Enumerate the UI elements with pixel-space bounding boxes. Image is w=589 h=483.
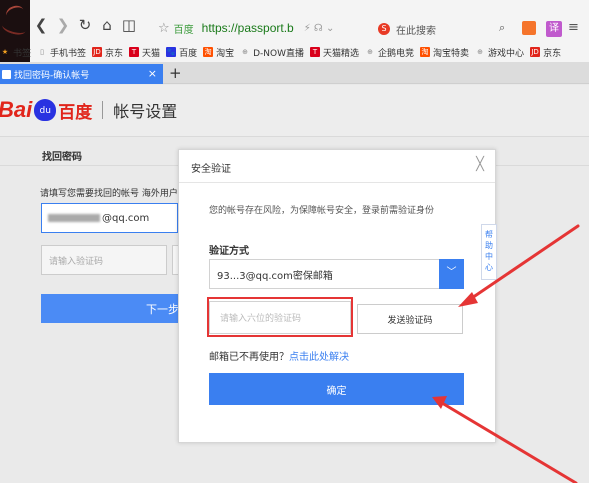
verify-method-value: 93...3@qq.com密保邮箱	[217, 270, 333, 282]
search-input[interactable]: 在此搜索	[396, 22, 436, 37]
nav-buttons: ❮ ❯ ↻ ⌂ ◫	[30, 14, 140, 36]
bookmark-label: 淘宝特卖	[433, 48, 470, 59]
tab-close-icon[interactable]: ×	[148, 67, 157, 80]
next-button[interactable]: 下一步	[41, 294, 179, 323]
page-content: Bai du 百度 帐号设置 找回密码 请填写您需要找回的帐号 海外用户请 @q…	[0, 85, 589, 483]
page-title: 帐号设置	[113, 102, 178, 121]
bookmark-item[interactable]: JD 京东	[530, 46, 561, 59]
browser-toolbar: ❮ ❯ ↻ ⌂ ◫ ☆ 百度 https://passport.b ⚡ ☊ ⌄ …	[0, 0, 589, 62]
site-label: 百度	[173, 24, 194, 36]
taobao-icon: 淘	[420, 47, 431, 57]
section-title: 找回密码	[42, 152, 82, 163]
bookmark-label: D-NOW直播	[253, 48, 304, 59]
dialog-title: 安全验证	[191, 164, 231, 175]
globe-icon: ⊕	[477, 48, 483, 56]
menu-icon[interactable]: ≡	[568, 20, 579, 35]
baidu-logo[interactable]: Bai du 百度 帐号设置	[0, 97, 177, 123]
bookmark-label: 百度	[179, 48, 198, 59]
bookmark-item[interactable]: T 天猫精选	[310, 46, 359, 59]
confirm-button[interactable]: 确定	[209, 373, 464, 405]
search-engine-icon[interactable]: S	[378, 23, 390, 35]
bookmark-label: 京东	[105, 48, 124, 59]
bookmark-star-icon[interactable]: ☆	[158, 21, 170, 36]
back-icon[interactable]: ❮	[30, 16, 52, 34]
chevron-down-icon[interactable]: ﹀	[439, 259, 464, 289]
search-box[interactable]: S 在此搜索 ⌕	[378, 20, 528, 38]
bookmark-item[interactable]: 淘淘宝	[203, 46, 234, 59]
tab-favicon-icon	[2, 69, 11, 79]
verify-method-label: 验证方式	[209, 246, 249, 257]
tmall-icon: T	[129, 47, 140, 57]
account-value: @qq.com	[102, 212, 150, 224]
taobao-icon: 淘	[203, 47, 214, 57]
security-verification-dialog: 安全验证 ╳ 您的帐号存在风险，为保障帐号安全，登录前需验证身份 帮助中心 验证…	[178, 149, 497, 443]
bookmark-label: 游戏中心	[488, 48, 525, 59]
bookmark-item[interactable]: ⊕ 企鹅电竞	[365, 46, 414, 59]
magnifier-icon[interactable]: ⌕	[499, 21, 505, 35]
refresh-icon[interactable]: ↻	[74, 16, 96, 34]
account-field[interactable]: @qq.com	[41, 203, 178, 233]
bookmark-label: 天猫精选	[323, 48, 360, 59]
bookmark-label: 书签	[13, 48, 32, 59]
masked-text	[48, 214, 100, 222]
new-tab-button[interactable]: +	[169, 64, 182, 82]
address-actions-icon[interactable]: ⚡ ☊ ⌄	[304, 23, 335, 34]
star-icon: ★	[1, 48, 9, 56]
logo-cn: 百度	[58, 102, 93, 123]
bookmark-label: 天猫	[142, 48, 161, 59]
bookmark-item[interactable]: ⊕ 游戏中心	[475, 46, 524, 59]
globe-icon: ⊕	[367, 48, 373, 56]
jd-icon: JD	[92, 47, 103, 57]
bookmark-item[interactable]: JD 京东	[92, 46, 123, 59]
tmall-icon: T	[310, 47, 320, 57]
tab-bar: 找回密码-确认帐号 × +	[0, 62, 589, 84]
home-icon[interactable]: ⌂	[96, 16, 118, 34]
url-text[interactable]: https://passport.b	[202, 21, 294, 35]
send-code-button[interactable]: 发送验证码	[357, 304, 463, 334]
bookmark-label: 手机书签	[50, 48, 87, 59]
captcha-input[interactable]: 请输入验证码	[41, 245, 167, 275]
address-bar[interactable]: ☆ 百度 https://passport.b ⚡ ☊ ⌄	[158, 17, 404, 39]
bookmark-item[interactable]: T 天猫	[129, 46, 160, 59]
dialog-description: 您的帐号存在风险，为保障帐号安全，登录前需验证身份	[209, 206, 435, 216]
phone-icon: ▯	[40, 48, 44, 56]
translate-extension-icon[interactable]: 译	[546, 21, 562, 37]
bookmark-label: 淘宝	[216, 48, 235, 59]
reader-icon[interactable]: ◫	[118, 16, 140, 34]
bookmark-item[interactable]: 淘淘宝特卖	[420, 46, 469, 59]
bookmark-item[interactable]: ⊕ D-NOW直播	[240, 46, 304, 59]
verify-method-select[interactable]: 93...3@qq.com密保邮箱 ﹀	[209, 259, 464, 289]
next-button-label: 下一步	[146, 302, 179, 316]
page-description: 请填写您需要找回的帐号 海外用户请	[40, 189, 187, 199]
globe-icon: ⊕	[242, 48, 249, 56]
bookmark-label: 企鹅电竞	[378, 48, 415, 59]
close-icon[interactable]: ╳	[476, 157, 484, 172]
jd-icon: JD	[530, 47, 541, 57]
baidu-icon: 🐾	[166, 47, 177, 57]
baidu-paw-icon: du	[34, 99, 57, 121]
tab-title: 找回密码-确认帐号	[14, 70, 90, 81]
bookmark-item[interactable]: ▯ 手机书签	[37, 46, 86, 59]
tab-active[interactable]: 找回密码-确认帐号 ×	[0, 64, 163, 84]
annotation-highlight-box	[207, 297, 353, 337]
forward-icon[interactable]: ❯	[52, 16, 74, 34]
extension-icon[interactable]	[522, 21, 536, 35]
mail-unused-text: 邮箱已不再使用？	[209, 352, 289, 363]
divider	[179, 182, 495, 183]
divider	[102, 101, 104, 119]
help-center-tab[interactable]: 帮助中心	[481, 224, 497, 280]
bookmarks-bar: ★ 书签 ▯ 手机书签 JD 京东 T 天猫 🐾 百度淘淘宝 ⊕ D-NOW直播 T 天猫精选 ⊕ 企鹅电竞淘…	[0, 44, 567, 60]
resolve-link[interactable]: 点击此处解决	[289, 352, 349, 363]
bookmark-label: 京东	[543, 48, 562, 59]
bookmark-item[interactable]: 🐾 百度	[166, 46, 197, 59]
bookmark-item[interactable]: ★ 书签	[0, 46, 31, 59]
site-header: Bai du 百度 帐号设置	[0, 85, 589, 137]
mail-unused-note: 邮箱已不再使用？点击此处解决	[209, 348, 349, 363]
logo-bai: Bai	[0, 97, 33, 122]
